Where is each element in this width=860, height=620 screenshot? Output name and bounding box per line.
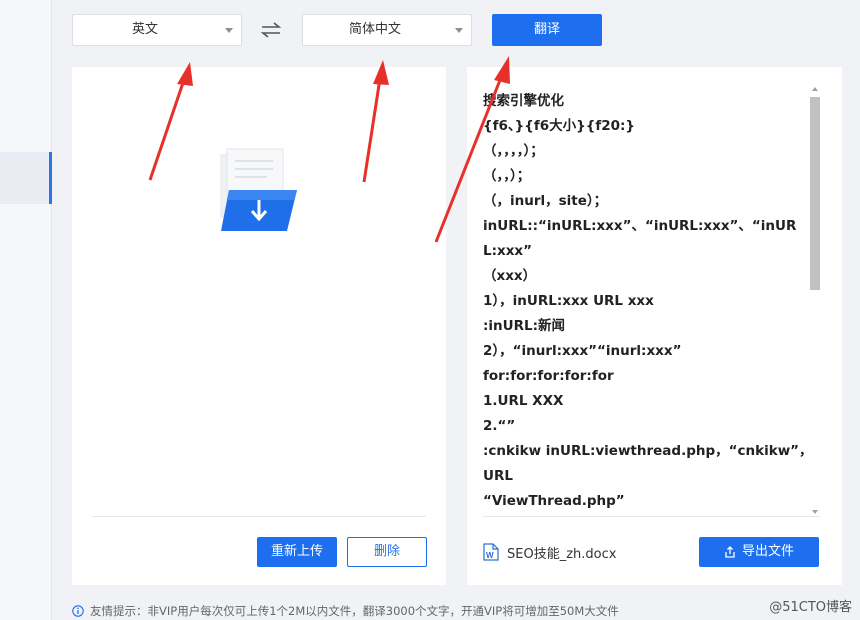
result-line: :inURL:新闻 [483,318,565,334]
tip-notice: 友情提示：非VIP用户每次仅可上传1个2M以内文件，翻译3000个文字，开通VI… [72,603,619,619]
target-language-select[interactable]: 简体中文 [302,14,472,46]
source-language-select[interactable]: 英文 [72,14,242,46]
left-divider [92,516,426,517]
result-line: （xxx） [483,268,537,284]
right-divider [483,516,820,517]
translate-button[interactable]: 翻译 [492,14,602,46]
result-line: 2），“inurl:xxx”“inurl:xxx” [483,343,682,359]
result-file[interactable]: W SEO技能_zh.docx [483,541,616,563]
result-line: URL [483,468,513,484]
word-doc-icon: W [483,543,499,561]
result-line: （，，，，）； [483,143,544,159]
result-line: for:for:for:for:for [483,368,614,384]
result-line: 搜索引擎优化 [483,93,564,109]
result-line: L:xxx” [483,243,532,259]
delete-button[interactable]: 删除 [347,537,427,567]
result-line: 2.“” [483,418,516,434]
watermark: @51CTO博客 [769,600,852,615]
export-file-button[interactable]: 导出文件 [699,537,819,567]
upload-panel: 重新上传 删除 [72,67,446,585]
svg-text:W: W [486,551,494,560]
tip-text: 友情提示：非VIP用户每次仅可上传1个2M以内文件，翻译3000个文字，开通VI… [90,604,619,618]
sidebar-item-active[interactable] [0,152,52,204]
chevron-down-icon [225,28,233,33]
result-scrollbar[interactable] [810,87,820,519]
info-icon [72,605,84,617]
result-panel: 搜索引擎优化 {f6、}{f6大小}{f20:} （，，，，）； （，，）； （… [467,67,842,585]
target-language-value: 简体中文 [348,22,401,37]
chevron-down-icon [455,28,463,33]
result-line: 1.URL XXX [483,393,564,409]
main-area: 英文 简体中文 翻译 重新上传 删除 搜索引擎优化 {f6、}{f6大小}{f2… [52,0,860,620]
reupload-button[interactable]: 重新上传 [257,537,337,567]
sidebar [0,0,52,620]
result-file-name: SEO技能_zh.docx [507,546,617,562]
result-line: {f6、}{f6大小}{f20:} [483,118,636,134]
result-line: inURL::“inURL:xxx”、“inURL:xxx”、“inUR [483,218,797,234]
scroll-down-icon[interactable] [812,510,818,514]
result-line: （，，）； [483,168,531,184]
source-language-value: 英文 [131,22,158,37]
translation-result: 搜索引擎优化 {f6、}{f6大小}{f20:} （，，，，）； （，，）； （… [483,89,813,509]
swap-icon[interactable] [259,20,283,40]
export-file-label: 导出文件 [741,544,794,559]
scroll-thumb[interactable] [810,97,820,290]
result-line: “ViewThread.php” [483,493,625,509]
result-line: 1），inURL:xxx URL xxx [483,293,654,309]
file-download-icon[interactable] [217,145,303,237]
export-icon [725,546,735,558]
scroll-up-icon[interactable] [812,87,818,91]
result-line: （，inurl，site）； [483,193,608,209]
result-line: :cnkikw inURL:viewthread.php，“cnkikw”， [483,443,813,459]
